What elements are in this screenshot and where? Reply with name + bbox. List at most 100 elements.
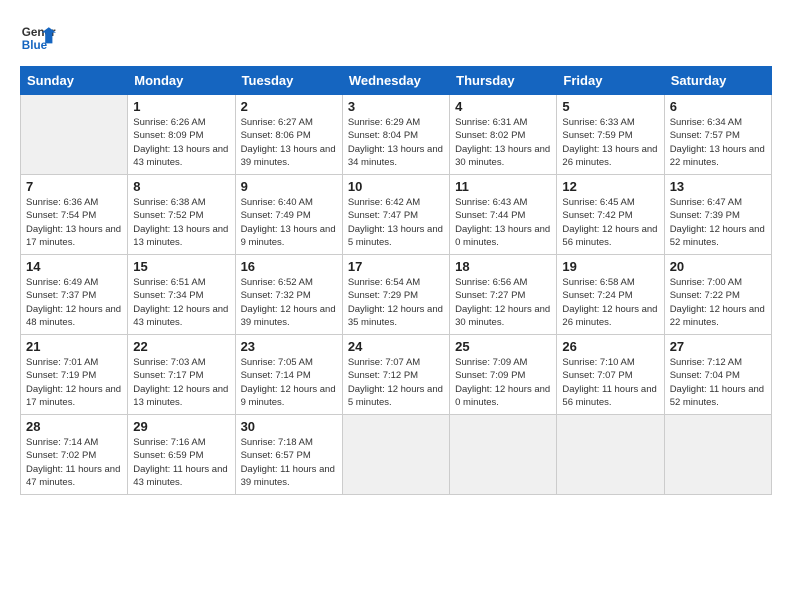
calendar-day: 20 Sunrise: 7:00 AMSunset: 7:22 PMDayligh… [664,255,771,335]
day-info: Sunrise: 6:38 AMSunset: 7:52 PMDaylight:… [133,196,229,249]
weekday-header-monday: Monday [128,67,235,95]
day-number: 25 [455,339,551,354]
weekday-header-wednesday: Wednesday [342,67,449,95]
day-number: 27 [670,339,766,354]
day-number: 3 [348,99,444,114]
day-info: Sunrise: 7:01 AMSunset: 7:19 PMDaylight:… [26,356,122,409]
day-number: 26 [562,339,658,354]
calendar-day: 5 Sunrise: 6:33 AMSunset: 7:59 PMDaylight… [557,95,664,175]
day-info: Sunrise: 7:00 AMSunset: 7:22 PMDaylight:… [670,276,766,329]
calendar-day: 8 Sunrise: 6:38 AMSunset: 7:52 PMDaylight… [128,175,235,255]
day-info: Sunrise: 6:58 AMSunset: 7:24 PMDaylight:… [562,276,658,329]
calendar-day: 2 Sunrise: 6:27 AMSunset: 8:06 PMDaylight… [235,95,342,175]
calendar-day: 18 Sunrise: 6:56 AMSunset: 7:27 PMDayligh… [450,255,557,335]
calendar-day: 14 Sunrise: 6:49 AMSunset: 7:37 PMDayligh… [21,255,128,335]
day-number: 4 [455,99,551,114]
calendar-day: 17Sunrise: 6:54 AMSunset: 7:29 PMDayligh… [342,255,449,335]
calendar-day: 4 Sunrise: 6:31 AMSunset: 8:02 PMDaylight… [450,95,557,175]
day-info: Sunrise: 6:29 AMSunset: 8:04 PMDaylight:… [348,116,444,169]
calendar-day: 3 Sunrise: 6:29 AMSunset: 8:04 PMDaylight… [342,95,449,175]
calendar-day: 27 Sunrise: 7:12 AMSunset: 7:04 PMDayligh… [664,335,771,415]
day-info: Sunrise: 7:05 AMSunset: 7:14 PMDaylight:… [241,356,337,409]
calendar-day: 15 Sunrise: 6:51 AMSunset: 7:34 PMDayligh… [128,255,235,335]
calendar-day [664,415,771,495]
day-info: Sunrise: 6:34 AMSunset: 7:57 PMDaylight:… [670,116,766,169]
day-number: 5 [562,99,658,114]
weekday-header-tuesday: Tuesday [235,67,342,95]
calendar-day: 30Sunrise: 7:18 AMSunset: 6:57 PMDayligh… [235,415,342,495]
day-number: 9 [241,179,337,194]
day-info: Sunrise: 6:36 AMSunset: 7:54 PMDaylight:… [26,196,122,249]
day-number: 21 [26,339,122,354]
day-number: 7 [26,179,122,194]
day-info: Sunrise: 6:49 AMSunset: 7:37 PMDaylight:… [26,276,122,329]
day-number: 23 [241,339,337,354]
day-info: Sunrise: 6:54 AMSunset: 7:29 PMDaylight:… [348,276,444,329]
weekday-header-sunday: Sunday [21,67,128,95]
calendar-day: 23 Sunrise: 7:05 AMSunset: 7:14 PMDayligh… [235,335,342,415]
calendar-day [342,415,449,495]
day-number: 24 [348,339,444,354]
calendar-day [21,95,128,175]
calendar-day [450,415,557,495]
day-info: Sunrise: 6:27 AMSunset: 8:06 PMDaylight:… [241,116,337,169]
calendar-day: 12 Sunrise: 6:45 AMSunset: 7:42 PMDayligh… [557,175,664,255]
day-number: 2 [241,99,337,114]
calendar-day: 25 Sunrise: 7:09 AMSunset: 7:09 PMDayligh… [450,335,557,415]
calendar-day: 29 Sunrise: 7:16 AMSunset: 6:59 PMDayligh… [128,415,235,495]
calendar-day: 19 Sunrise: 6:58 AMSunset: 7:24 PMDayligh… [557,255,664,335]
day-number: 8 [133,179,229,194]
day-info: Sunrise: 6:52 AMSunset: 7:32 PMDaylight:… [241,276,337,329]
day-number: 29 [133,419,229,434]
day-info: Sunrise: 6:43 AMSunset: 7:44 PMDaylight:… [455,196,551,249]
day-info: Sunrise: 6:31 AMSunset: 8:02 PMDaylight:… [455,116,551,169]
calendar-day: 6 Sunrise: 6:34 AMSunset: 7:57 PMDaylight… [664,95,771,175]
day-info: Sunrise: 7:14 AMSunset: 7:02 PMDaylight:… [26,436,122,489]
page-header: General Blue [20,20,772,56]
day-number: 6 [670,99,766,114]
day-number: 14 [26,259,122,274]
calendar-day: 9 Sunrise: 6:40 AMSunset: 7:49 PMDaylight… [235,175,342,255]
day-number: 13 [670,179,766,194]
day-number: 28 [26,419,122,434]
day-number: 20 [670,259,766,274]
day-info: Sunrise: 6:42 AMSunset: 7:47 PMDaylight:… [348,196,444,249]
weekday-header-saturday: Saturday [664,67,771,95]
day-number: 15 [133,259,229,274]
calendar-day: 1Sunrise: 6:26 AMSunset: 8:09 PMDaylight… [128,95,235,175]
logo-icon: General Blue [20,20,56,56]
day-number: 10 [348,179,444,194]
day-number: 12 [562,179,658,194]
day-info: Sunrise: 7:12 AMSunset: 7:04 PMDaylight:… [670,356,766,409]
day-info: Sunrise: 7:18 AMSunset: 6:57 PMDaylight:… [241,436,337,489]
calendar-day: 10 Sunrise: 6:42 AMSunset: 7:47 PMDayligh… [342,175,449,255]
weekday-header-thursday: Thursday [450,67,557,95]
calendar-day: 22 Sunrise: 7:03 AMSunset: 7:17 PMDayligh… [128,335,235,415]
logo: General Blue [20,20,56,56]
day-number: 19 [562,259,658,274]
day-number: 22 [133,339,229,354]
calendar-day: 16 Sunrise: 6:52 AMSunset: 7:32 PMDayligh… [235,255,342,335]
calendar-day: 7 Sunrise: 6:36 AMSunset: 7:54 PMDaylight… [21,175,128,255]
calendar-day: 13 Sunrise: 6:47 AMSunset: 7:39 PMDayligh… [664,175,771,255]
day-info: Sunrise: 6:26 AMSunset: 8:09 PMDaylight:… [133,116,229,169]
day-info: Sunrise: 6:47 AMSunset: 7:39 PMDaylight:… [670,196,766,249]
day-number: 18 [455,259,551,274]
day-info: Sunrise: 6:45 AMSunset: 7:42 PMDaylight:… [562,196,658,249]
day-info: Sunrise: 6:40 AMSunset: 7:49 PMDaylight:… [241,196,337,249]
day-number: 16 [241,259,337,274]
weekday-header-friday: Friday [557,67,664,95]
day-info: Sunrise: 6:33 AMSunset: 7:59 PMDaylight:… [562,116,658,169]
calendar-table: SundayMondayTuesdayWednesdayThursdayFrid… [20,66,772,495]
svg-text:Blue: Blue [22,39,48,52]
day-info: Sunrise: 6:56 AMSunset: 7:27 PMDaylight:… [455,276,551,329]
day-info: Sunrise: 7:16 AMSunset: 6:59 PMDaylight:… [133,436,229,489]
day-info: Sunrise: 7:03 AMSunset: 7:17 PMDaylight:… [133,356,229,409]
day-info: Sunrise: 6:51 AMSunset: 7:34 PMDaylight:… [133,276,229,329]
day-number: 11 [455,179,551,194]
day-info: Sunrise: 7:09 AMSunset: 7:09 PMDaylight:… [455,356,551,409]
calendar-day: 21 Sunrise: 7:01 AMSunset: 7:19 PMDayligh… [21,335,128,415]
calendar-day: 24 Sunrise: 7:07 AMSunset: 7:12 PMDayligh… [342,335,449,415]
day-info: Sunrise: 7:07 AMSunset: 7:12 PMDaylight:… [348,356,444,409]
day-info: Sunrise: 7:10 AMSunset: 7:07 PMDaylight:… [562,356,658,409]
